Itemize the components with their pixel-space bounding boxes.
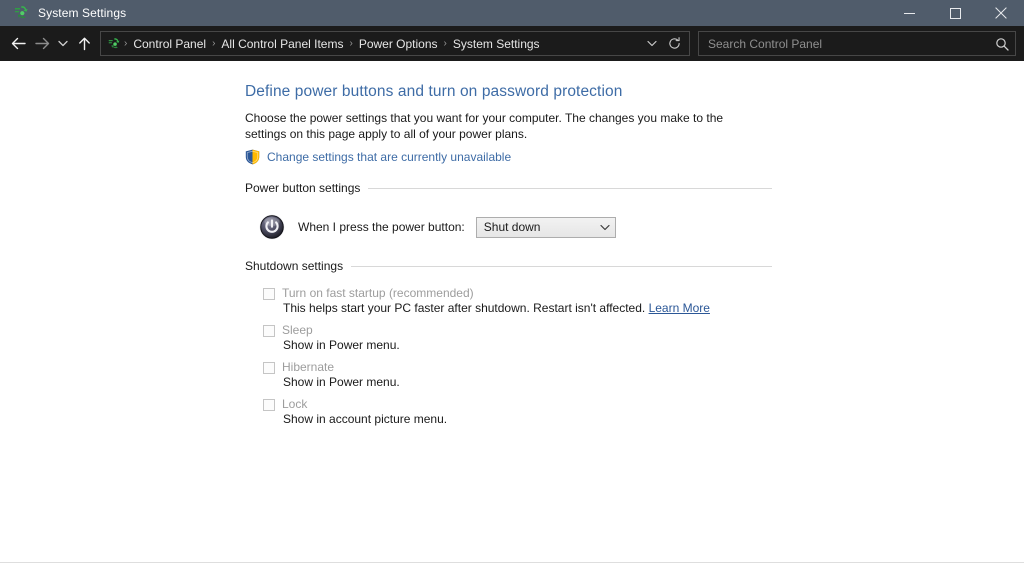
breadcrumb[interactable]: › Control Panel › All Control Panel Item… xyxy=(100,31,690,56)
learn-more-link[interactable]: Learn More xyxy=(649,301,710,315)
minimize-button[interactable] xyxy=(886,0,932,26)
sleep-label: Sleep xyxy=(282,323,313,337)
page-description: Choose the power settings that you want … xyxy=(245,111,724,141)
shutdown-settings-list: Turn on fast startup (recommended) This … xyxy=(263,286,1024,426)
content-area: Define power buttons and turn on passwor… xyxy=(0,61,1024,574)
list-item[interactable]: Hibernate xyxy=(263,360,1024,374)
fast-startup-description: This helps start your PC faster after sh… xyxy=(283,301,1024,315)
power-button-row: When I press the power button: Shut down xyxy=(259,214,1024,240)
hibernate-checkbox[interactable] xyxy=(263,362,275,374)
up-arrow-icon[interactable] xyxy=(72,31,96,57)
list-item[interactable]: Sleep xyxy=(263,323,1024,337)
fast-startup-label: Turn on fast startup (recommended) xyxy=(282,286,474,300)
sleep-checkbox[interactable] xyxy=(263,325,275,337)
navigation-bar: › Control Panel › All Control Panel Item… xyxy=(0,26,1024,61)
list-item[interactable]: Turn on fast startup (recommended) xyxy=(263,286,1024,300)
breadcrumb-item-all-control-panel-items[interactable]: All Control Panel Items xyxy=(216,35,348,53)
power-button-row-label: When I press the power button: xyxy=(298,220,465,234)
title-bar[interactable]: System Settings xyxy=(0,0,1024,26)
sleep-description: Show in Power menu. xyxy=(283,338,400,352)
power-button-settings-label: Power button settings xyxy=(245,181,361,195)
search-box[interactable] xyxy=(698,31,1016,56)
breadcrumb-item-power-options[interactable]: Power Options xyxy=(354,35,443,53)
control-panel-icon xyxy=(107,37,121,51)
change-settings-link[interactable]: Change settings that are currently unava… xyxy=(267,150,511,164)
chevron-down-icon[interactable] xyxy=(600,224,610,231)
window-controls xyxy=(886,0,1024,26)
back-arrow-icon[interactable] xyxy=(6,31,30,57)
breadcrumb-item-control-panel[interactable]: Control Panel xyxy=(128,35,211,53)
lock-label: Lock xyxy=(282,397,308,411)
section-divider xyxy=(368,187,772,189)
close-button[interactable] xyxy=(978,0,1024,26)
page-title: Define power buttons and turn on passwor… xyxy=(245,83,623,100)
uac-shield-icon xyxy=(245,149,260,165)
power-button-settings-section-header: Power button settings xyxy=(245,181,772,195)
maximize-button[interactable] xyxy=(932,0,978,26)
lock-checkbox[interactable] xyxy=(263,399,275,411)
fast-startup-checkbox[interactable] xyxy=(263,288,275,300)
forward-arrow-icon[interactable] xyxy=(30,31,54,57)
footer-actions: Save changes Cancel xyxy=(0,563,1024,574)
list-item[interactable]: Lock xyxy=(263,397,1024,411)
fast-startup-description-text: This helps start your PC faster after sh… xyxy=(283,301,646,315)
shutdown-settings-label: Shutdown settings xyxy=(245,259,344,273)
power-button-icon xyxy=(259,214,285,240)
section-divider xyxy=(351,265,772,267)
recent-locations-chevron-icon[interactable] xyxy=(54,31,72,57)
system-settings-icon xyxy=(13,5,29,21)
power-button-action-select[interactable]: Shut down xyxy=(475,216,616,238)
content-inner: Define power buttons and turn on passwor… xyxy=(0,61,1024,426)
hibernate-description: Show in Power menu. xyxy=(283,375,400,389)
search-input[interactable] xyxy=(708,36,995,51)
refresh-icon[interactable] xyxy=(663,37,685,50)
admin-settings-link-row[interactable]: Change settings that are currently unava… xyxy=(245,149,1024,165)
search-icon[interactable] xyxy=(995,37,1009,51)
shutdown-settings-section-header: Shutdown settings xyxy=(245,259,772,273)
chevron-down-icon[interactable] xyxy=(641,40,663,47)
breadcrumb-item-system-settings[interactable]: System Settings xyxy=(448,35,545,53)
window-title: System Settings xyxy=(38,6,127,20)
hibernate-label: Hibernate xyxy=(282,360,335,374)
lock-description: Show in account picture menu. xyxy=(283,412,448,426)
power-button-action-value: Shut down xyxy=(483,220,541,234)
